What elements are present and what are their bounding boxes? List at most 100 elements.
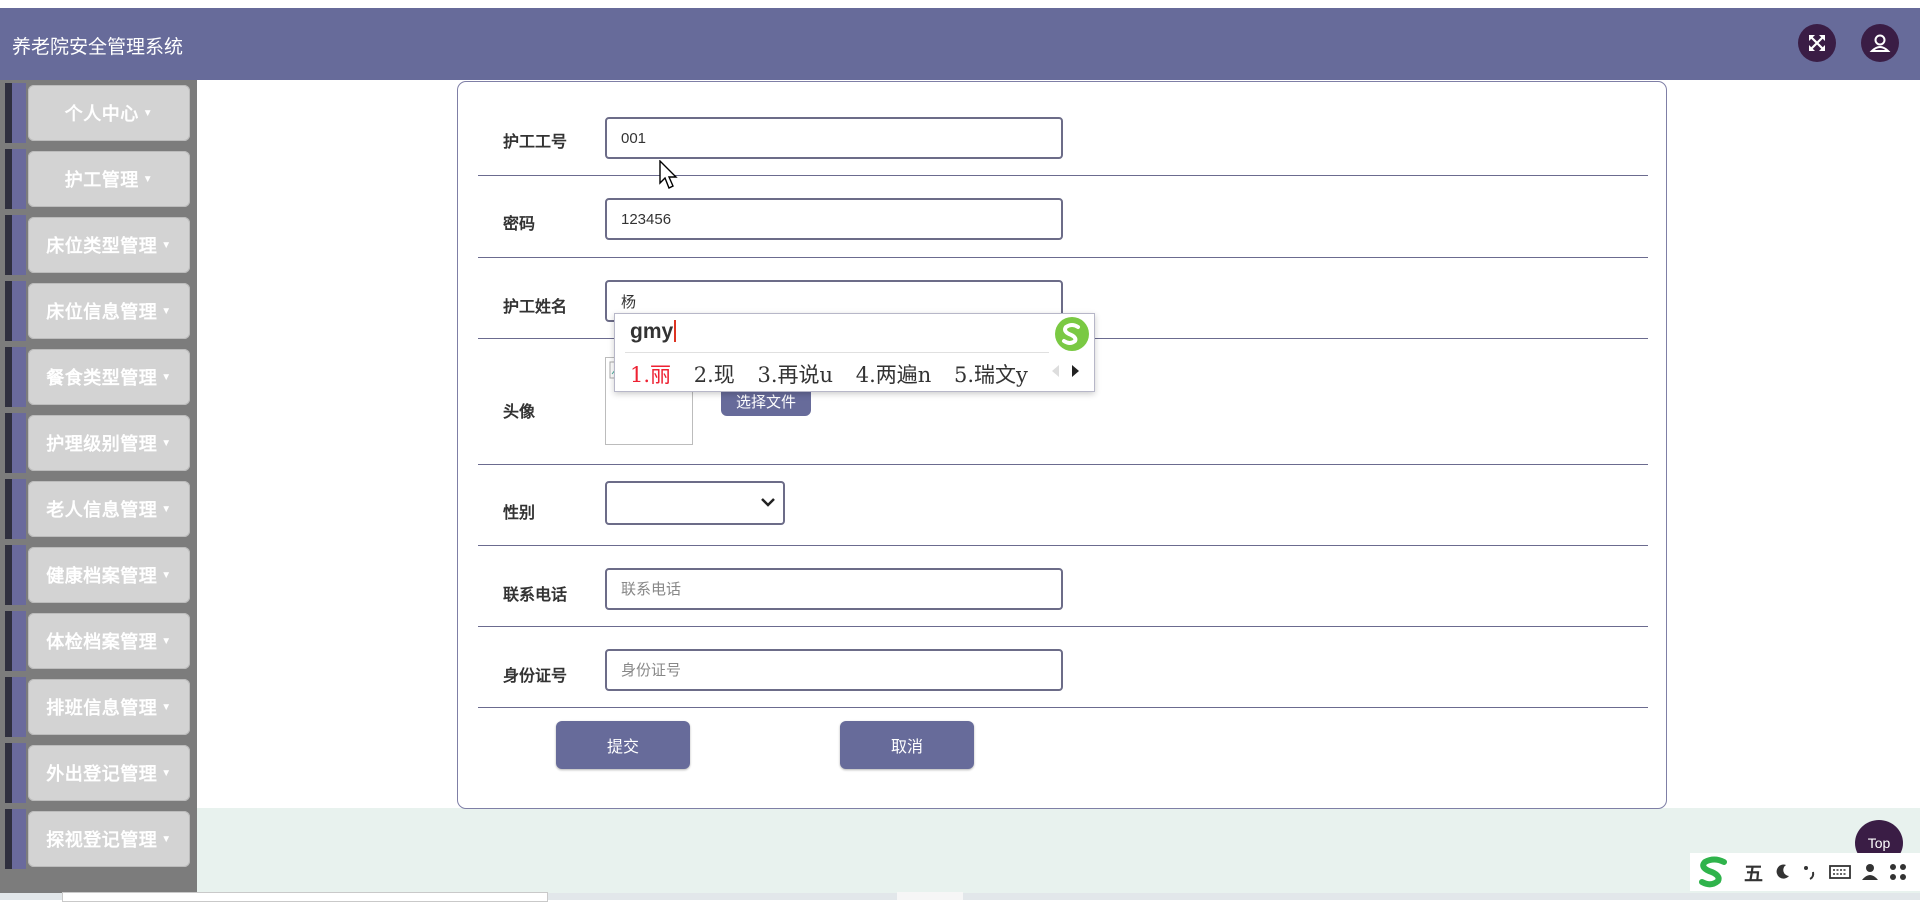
ime-candidate[interactable]: 4.两遍n xyxy=(856,363,932,387)
sidebar-item-label: 护工管理 xyxy=(64,170,139,190)
caret-down-icon: ▼ xyxy=(161,833,172,845)
ime-status-toolbar: 五 xyxy=(1690,853,1920,891)
sidebar-item-bed-info[interactable]: 床位信息管理 ▼ xyxy=(5,281,190,341)
app-title: 养老院安全管理系统 xyxy=(12,37,184,58)
worker-id-label: 护工工号 xyxy=(503,134,568,151)
sidebar-item-elder-info[interactable]: 老人信息管理 ▼ xyxy=(5,479,190,539)
sidebar-item-label: 排班信息管理 xyxy=(46,698,158,718)
ime-composition-text: gmy xyxy=(630,320,674,343)
gender-label: 性别 xyxy=(503,505,536,522)
sidebar-item-health-record[interactable]: 健康档案管理 ▼ xyxy=(5,545,190,605)
keyboard-icon[interactable] xyxy=(1829,863,1851,881)
chevron-down-icon xyxy=(761,498,775,507)
sidebar-button[interactable]: 健康档案管理 ▼ xyxy=(28,547,190,603)
sidebar-item-worker-management[interactable]: 护工管理 ▼ xyxy=(5,149,190,209)
taskbar-input-field[interactable] xyxy=(62,892,548,902)
sidebar-button[interactable]: 护工管理 ▼ xyxy=(28,151,190,207)
caret-down-icon: ▼ xyxy=(142,173,154,185)
form-row-phone: 联系电话 xyxy=(478,545,1648,627)
ime-composition: gmy xyxy=(630,320,677,344)
ime-candidate[interactable]: 2.现 xyxy=(694,363,735,387)
caret-down-icon: ▼ xyxy=(161,371,172,383)
user-button[interactable] xyxy=(1861,24,1899,62)
phone-label: 联系电话 xyxy=(503,587,568,604)
sidebar-item-personal-center[interactable]: 个人中心 ▼ xyxy=(5,83,190,143)
sogou-logo-icon xyxy=(1050,314,1094,354)
sidebar-button[interactable]: 餐食类型管理 ▼ xyxy=(28,349,190,405)
sidebar-item-checkup-record[interactable]: 体检档案管理 ▼ xyxy=(5,611,190,671)
sidebar-item-label: 个人中心 xyxy=(64,104,139,124)
sidebar-item-outing[interactable]: 外出登记管理 ▼ xyxy=(5,743,190,803)
mouse-cursor-icon xyxy=(659,160,678,189)
fullscreen-button[interactable] xyxy=(1798,24,1836,62)
submit-button[interactable]: 提交 xyxy=(556,721,690,769)
ime-candidate[interactable]: 5.瑞文y xyxy=(954,363,1028,387)
form-row-gender: 性别 xyxy=(478,464,1648,546)
content-background-band xyxy=(197,808,1920,900)
app-header: 养老院安全管理系统 xyxy=(0,8,1920,80)
caret-down-icon: ▼ xyxy=(161,701,172,713)
sidebar-item-label: 外出登记管理 xyxy=(46,764,158,784)
taskbar-segment xyxy=(897,892,963,900)
sidebar-item-label: 护理级别管理 xyxy=(46,434,158,454)
sidebar-item-care-level[interactable]: 护理级别管理 ▼ xyxy=(5,413,190,473)
caret-down-icon: ▼ xyxy=(161,239,172,251)
form-row-id-card: 身份证号 xyxy=(478,626,1648,708)
name-label: 护工姓名 xyxy=(503,299,568,316)
ime-candidate[interactable]: 1.丽 xyxy=(630,363,671,387)
caret-down-icon: ▼ xyxy=(161,635,172,647)
sidebar-button[interactable]: 床位类型管理 ▼ xyxy=(28,217,190,273)
sidebar-item-meal-type[interactable]: 餐食类型管理 ▼ xyxy=(5,347,190,407)
worker-id-input[interactable] xyxy=(605,117,1063,159)
avatar-label: 头像 xyxy=(503,404,536,421)
caret-down-icon: ▼ xyxy=(161,305,172,317)
sidebar-item-visit[interactable]: 探视登记管理 ▼ xyxy=(5,809,190,869)
sidebar-button[interactable]: 护理级别管理 ▼ xyxy=(28,415,190,471)
expand-icon xyxy=(1809,35,1825,51)
input-mode-label[interactable]: 五 xyxy=(1744,859,1763,886)
ime-caret xyxy=(674,320,677,342)
caret-down-icon: ▼ xyxy=(161,437,172,449)
caret-down-icon: ▼ xyxy=(161,569,172,581)
ime-next-page-icon[interactable] xyxy=(1070,363,1082,379)
sidebar-button[interactable]: 排班信息管理 ▼ xyxy=(28,679,190,735)
sidebar-item-label: 床位信息管理 xyxy=(46,302,158,322)
user-icon[interactable] xyxy=(1861,863,1879,881)
grid-menu-icon[interactable] xyxy=(1889,863,1907,881)
ime-candidate[interactable]: 3.再说u xyxy=(757,363,833,387)
caret-down-icon: ▼ xyxy=(161,767,172,779)
phone-input[interactable] xyxy=(605,568,1063,610)
punctuation-icon[interactable] xyxy=(1801,863,1819,881)
sidebar-item-schedule[interactable]: 排班信息管理 ▼ xyxy=(5,677,190,737)
id-card-label: 身份证号 xyxy=(503,668,568,685)
form-row-worker-id: 护工工号 xyxy=(478,82,1648,176)
sidebar-button[interactable]: 老人信息管理 ▼ xyxy=(28,481,190,537)
caret-down-icon: ▼ xyxy=(142,107,154,119)
ime-candidate-list: 1.丽 2.现 3.再说u 4.两遍n 5.瑞文y xyxy=(630,359,1044,389)
sidebar-item-label: 床位类型管理 xyxy=(46,236,158,256)
sidebar-item-label: 探视登记管理 xyxy=(46,830,158,850)
cancel-button[interactable]: 取消 xyxy=(840,721,974,769)
id-card-input[interactable] xyxy=(605,649,1063,691)
caret-down-icon: ▼ xyxy=(161,503,172,515)
sidebar-button[interactable]: 探视登记管理 ▼ xyxy=(28,811,190,867)
sidebar: 个人中心 ▼ 护工管理 ▼ 床位类型管理 ▼ 床位信息管理 ▼ 餐食类型管理 ▼ 护理级别… xyxy=(0,80,197,900)
form-row-password: 密码 xyxy=(478,175,1648,258)
password-input[interactable] xyxy=(605,198,1063,240)
ime-prev-page-icon[interactable] xyxy=(1049,363,1061,379)
sidebar-item-bed-type[interactable]: 床位类型管理 ▼ xyxy=(5,215,190,275)
sidebar-button[interactable]: 外出登记管理 ▼ xyxy=(28,745,190,801)
moon-icon[interactable] xyxy=(1773,863,1791,881)
user-icon xyxy=(1869,34,1891,52)
sidebar-button[interactable]: 个人中心 ▼ xyxy=(28,85,190,141)
sidebar-item-label: 健康档案管理 xyxy=(46,566,158,586)
sidebar-item-label: 老人信息管理 xyxy=(46,500,158,520)
sidebar-button[interactable]: 体检档案管理 ▼ xyxy=(28,613,190,669)
sidebar-item-label: 体检档案管理 xyxy=(46,632,158,652)
password-label: 密码 xyxy=(503,216,536,233)
gender-select[interactable] xyxy=(605,481,785,525)
sogou-logo-icon[interactable] xyxy=(1694,854,1734,890)
ime-separator xyxy=(625,352,1049,353)
sidebar-button[interactable]: 床位信息管理 ▼ xyxy=(28,283,190,339)
worker-form: 护工工号 密码 护工姓名 头像 选择文件 性别 联系电话 身份证号 xyxy=(457,81,1667,809)
